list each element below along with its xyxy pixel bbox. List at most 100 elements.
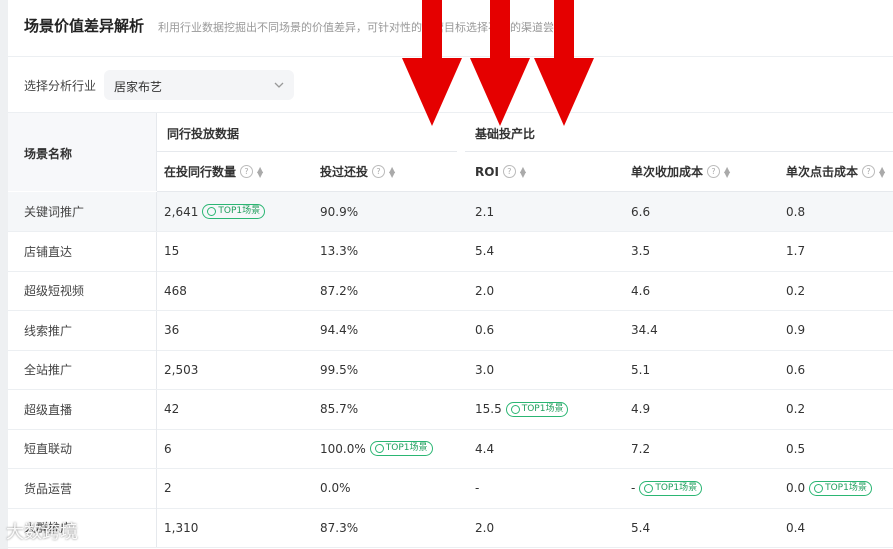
table-cell: 0.2 — [786, 390, 805, 429]
cell-value: 0.0% — [320, 481, 351, 495]
column-header-add-cost[interactable]: 单次收加成本 ? ▲ ▼ — [631, 152, 731, 191]
cell-value: 2.1 — [475, 204, 495, 219]
table-cell: 2.0 — [475, 508, 494, 547]
table-cell: 1.7 — [786, 232, 805, 271]
table-row: 人群推广 1,310 87.3% 2.0 5.4 0.4 — [8, 508, 893, 548]
cell-value: 1,310 — [164, 520, 199, 535]
help-icon[interactable]: ? — [502, 165, 516, 178]
column-header-reinvest[interactable]: 投过还投 ? ▲ ▼ — [320, 152, 396, 191]
column-header-peer-count[interactable]: 在投同行数量 ? ▲ ▼ — [164, 152, 264, 191]
table-cell: 15.5 TOP1场景 — [475, 390, 569, 429]
badge-label: TOP1场景 — [218, 206, 261, 216]
table-cell: 87.2% — [320, 271, 358, 310]
cell-value: 0.0 — [786, 481, 806, 495]
help-icon[interactable]: ? — [707, 165, 721, 178]
red-arrow-down-icon — [534, 0, 594, 126]
help-icon[interactable]: ? — [240, 165, 254, 178]
top1-badge: TOP1场景 — [369, 441, 433, 456]
scene-name: 短直联动 — [24, 442, 73, 456]
sort-icon[interactable]: ▲ ▼ — [878, 165, 886, 178]
cell-value: 6 — [164, 441, 172, 456]
page-title: 场景价值差异解析 — [24, 17, 145, 35]
cell-value: 34.4 — [631, 323, 658, 337]
cell-value: 0.4 — [786, 520, 806, 535]
table-cell: 2.1 — [475, 192, 494, 231]
table-cell: 6 — [164, 429, 172, 468]
clock-icon — [207, 207, 217, 216]
table-row: 短直联动 6 100.0% TOP1场景 4.4 7.2 0.5 — [8, 429, 893, 469]
sort-icon[interactable]: ▲ ▼ — [723, 165, 731, 178]
watermark-text: 大数跨境 — [6, 522, 78, 543]
table-cell: 13.3% — [320, 232, 358, 271]
cell-value: 0.5 — [786, 441, 806, 456]
table-cell: 0.8 — [786, 192, 805, 231]
table-cell: 4.9 — [631, 390, 650, 429]
table-row: 全站推广 2,503 99.5% 3.0 5.1 0.6 — [8, 350, 893, 390]
table-cell: 0.0% — [320, 469, 351, 508]
table-cell: 2,503 — [164, 350, 198, 389]
table-cell: 36 — [164, 311, 179, 350]
table-row: 超级短视频 468 87.2% 2.0 4.6 0.2 — [8, 271, 893, 311]
column-header-label: 在投同行数量 — [164, 165, 237, 179]
industry-select-value: 居家布艺 — [114, 80, 163, 94]
table-cell: 87.3% — [320, 508, 358, 547]
column-header-label: 投过还投 — [320, 165, 369, 179]
table-cell: 99.5% — [320, 350, 358, 389]
scene-name: 货品运营 — [24, 481, 73, 496]
table-cell: 4.4 — [475, 429, 494, 468]
cell-value: 5.4 — [631, 520, 651, 535]
chevron-down-icon — [274, 82, 284, 88]
table-cell: 4.6 — [631, 271, 650, 310]
table-cell: 0.9 — [786, 311, 805, 350]
help-icon[interactable]: ? — [372, 165, 386, 178]
cell-value: 2.0 — [475, 283, 495, 298]
cell-value: 2.0 — [475, 520, 495, 535]
table-cell: 94.4% — [320, 311, 358, 350]
badge-label: TOP1场景 — [385, 443, 428, 453]
scene-name: 店铺直达 — [24, 244, 73, 259]
table-cell: 100.0% TOP1场景 — [320, 429, 433, 468]
table-cell: 0.6 — [786, 350, 805, 389]
scene-name: 全站推广 — [24, 363, 73, 377]
cell-value: 4.9 — [631, 402, 651, 416]
column-header-label: 单次点击成本 — [786, 165, 859, 179]
table-cell: 3.5 — [631, 232, 650, 271]
badge-label: TOP1场景 — [825, 482, 867, 493]
table-cell: 0.5 — [786, 429, 805, 468]
cell-value: - — [631, 481, 636, 495]
table-row: 线索推广 36 94.4% 0.6 34.4 0.9 — [8, 310, 893, 351]
group-header-label: 同行投放数据 — [167, 127, 240, 141]
table-row: 店铺直达 15 13.3% 5.4 3.5 1.7 — [8, 231, 893, 272]
sort-icon[interactable]: ▲ ▼ — [388, 165, 396, 178]
table-cell: 2,641 TOP1场景 — [164, 192, 266, 231]
cell-value: 5.4 — [475, 244, 495, 258]
column-header-click-cost[interactable]: 单次点击成本 ? ▲ ▼ — [786, 152, 886, 191]
cell-value: 87.3% — [320, 520, 359, 535]
cell-value: 85.7% — [320, 402, 359, 416]
clock-icon — [814, 483, 824, 493]
cell-value: 4.6 — [631, 283, 651, 298]
cell-value: 0.6 — [786, 362, 806, 377]
cell-value: 3.0 — [475, 362, 495, 377]
table-cell: 0.2 — [786, 271, 805, 310]
clock-icon — [374, 444, 384, 453]
scene-name: 线索推广 — [24, 323, 73, 338]
column-header-roi[interactable]: ROI ? ▲ ▼ — [475, 152, 527, 191]
cell-value: 94.4% — [320, 323, 359, 337]
help-icon[interactable]: ? — [862, 165, 876, 178]
badge-label: TOP1场景 — [521, 403, 564, 414]
industry-select[interactable]: 居家布艺 — [104, 70, 294, 100]
cell-value: 15.5 — [475, 402, 502, 416]
table-cell: 2 — [164, 469, 172, 508]
cell-value: 4.4 — [475, 441, 495, 456]
cell-value: 468 — [164, 283, 187, 298]
cell-value: 42 — [164, 402, 180, 416]
sort-icon[interactable]: ▲ ▼ — [256, 165, 264, 178]
sort-icon[interactable]: ▲ ▼ — [519, 165, 527, 178]
table-cell: 0.0 TOP1场景 — [786, 469, 872, 508]
cell-value: 0.2 — [786, 283, 806, 298]
table-cell: 90.9% — [320, 192, 358, 231]
table-cell: 5.1 — [631, 350, 650, 389]
top1-badge: TOP1场景 — [505, 401, 569, 417]
cell-value: 100.0% — [320, 441, 366, 456]
